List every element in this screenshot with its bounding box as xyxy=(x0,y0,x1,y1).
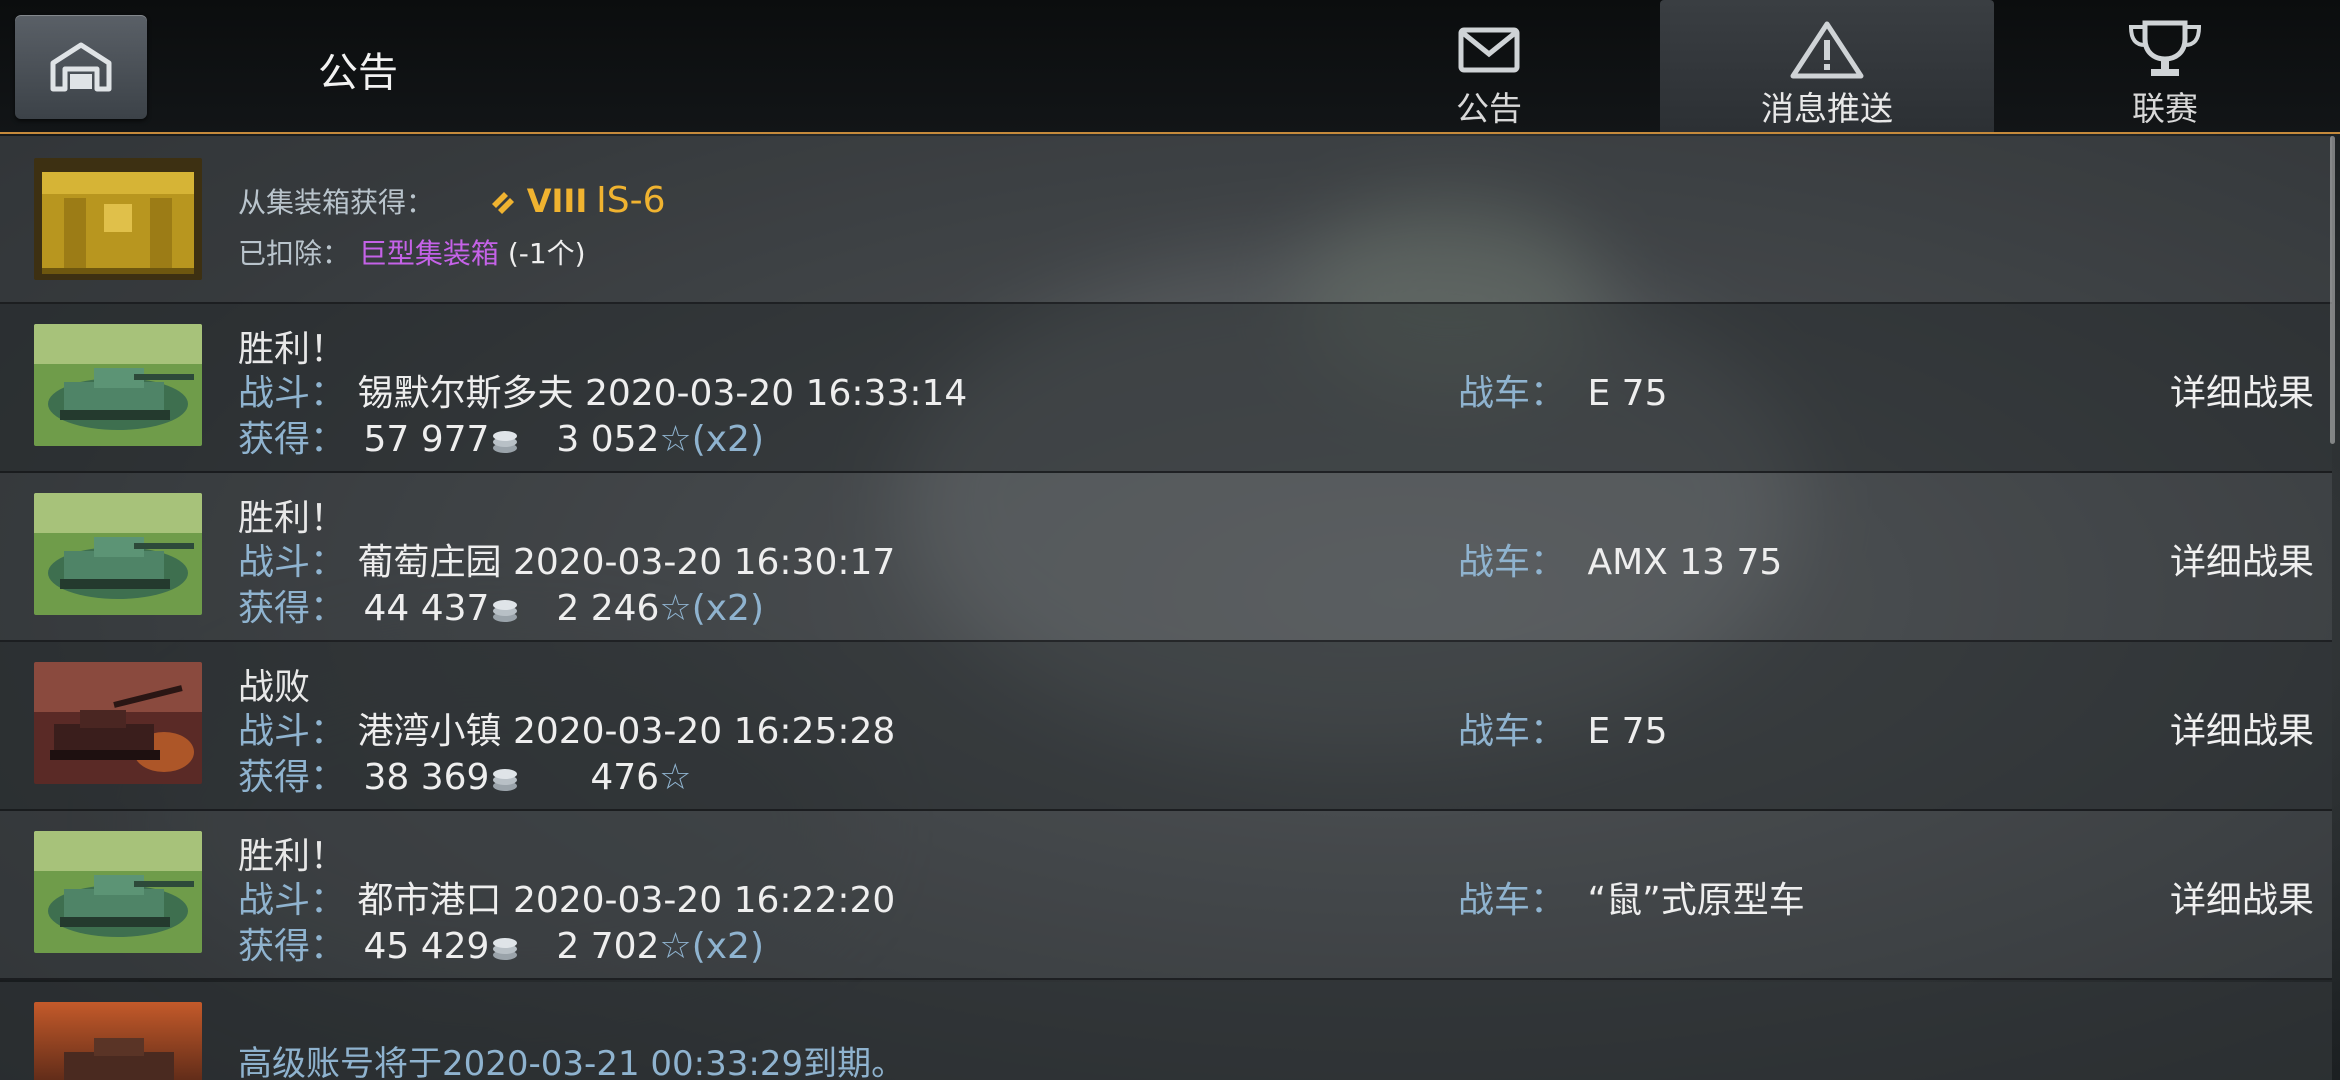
credits-coin-icon xyxy=(493,600,518,622)
xp-value: 2 246 xyxy=(556,588,660,629)
envelope-icon xyxy=(1457,20,1521,80)
reward-obtained-line: 从集装箱获得： VIII IS-6 xyxy=(238,180,666,221)
page-title: 公告 xyxy=(318,50,398,96)
battle-label: 战斗： xyxy=(238,542,347,583)
tab-push-messages[interactable]: 消息推送 xyxy=(1660,0,1994,132)
heavy-tank-class-icon xyxy=(491,192,514,214)
credits-value: 38 369 xyxy=(363,757,490,798)
battle-time: 2020-03-20 16:30:17 xyxy=(512,542,896,583)
message-list[interactable]: 从集装箱获得： VIII IS-6 已扣除： 巨型集装箱 (-1个) 胜利！ 战… xyxy=(0,136,2332,1080)
xp-multiplier: (x2) xyxy=(691,419,764,460)
premium-thumbnail xyxy=(34,1002,202,1080)
battle-details-button[interactable]: 详细战果 xyxy=(2170,702,2314,754)
vehicle-label: 战车： xyxy=(1458,711,1567,752)
vehicle-label: 战车： xyxy=(1458,880,1567,921)
earned-label: 获得： xyxy=(238,757,347,798)
obtained-label: 从集装箱获得： xyxy=(238,186,435,219)
battle-map: 锡默尔斯多夫 xyxy=(357,373,574,414)
list-item-premium[interactable]: 高级账号将于2020-03-21 00:33:29到期。 xyxy=(0,982,2332,1080)
battle-info-line: 战斗： 锡默尔斯多夫 2020-03-20 16:33:14 xyxy=(238,364,967,416)
vehicle-name: E 75 xyxy=(1587,711,1668,752)
battle-thumbnail-victory xyxy=(34,493,202,615)
xp-multiplier: (x2) xyxy=(691,588,764,629)
tank-tier: VIII xyxy=(526,182,588,220)
tab-label: 联赛 xyxy=(2132,89,2198,128)
battle-label: 战斗： xyxy=(238,711,347,752)
vehicle-name: “鼠”式原型车 xyxy=(1587,880,1805,921)
tab-label: 消息推送 xyxy=(1761,89,1893,128)
list-item-battle-result[interactable]: 胜利！ 战斗： 锡默尔斯多夫 2020-03-20 16:33:14 获得： 5… xyxy=(0,304,2332,473)
earned-label: 获得： xyxy=(238,588,347,629)
earned-line: 获得： 57 977 3 052☆(x2) xyxy=(238,410,764,462)
xp-multiplier: (x2) xyxy=(691,926,764,967)
battle-info-line: 战斗： 都市港口 2020-03-20 16:22:20 xyxy=(238,871,895,923)
battle-info-line: 战斗： 葡萄庄园 2020-03-20 16:30:17 xyxy=(238,533,895,585)
battle-time: 2020-03-20 16:25:28 xyxy=(512,711,896,752)
tank-name: IS-6 xyxy=(596,180,666,221)
earned-label: 获得： xyxy=(238,419,347,460)
battle-map: 都市港口 xyxy=(357,880,502,921)
tab-announcements[interactable]: 公告 xyxy=(1322,0,1656,132)
earned-label: 获得： xyxy=(238,926,347,967)
deducted-label: 已扣除： xyxy=(238,237,351,270)
list-item-battle-result[interactable]: 胜利！ 战斗： 都市港口 2020-03-20 16:22:20 获得： 45 … xyxy=(0,811,2332,980)
list-item-battle-result[interactable]: 胜利！ 战斗： 葡萄庄园 2020-03-20 16:30:17 获得： 44 … xyxy=(0,473,2332,642)
battle-details-button[interactable]: 详细战果 xyxy=(2170,871,2314,923)
list-item-container-reward[interactable]: 从集装箱获得： VIII IS-6 已扣除： 巨型集装箱 (-1个) xyxy=(0,136,2332,304)
premium-expiry-text: 高级账号将于2020-03-21 00:33:29到期。 xyxy=(238,1044,906,1080)
battle-time: 2020-03-20 16:22:20 xyxy=(512,880,896,921)
tab-league[interactable]: 联赛 xyxy=(1998,0,2332,132)
credits-value: 45 429 xyxy=(363,926,490,967)
credits-coin-icon xyxy=(493,769,518,791)
xp-value: 3 052 xyxy=(556,419,660,460)
tab-label: 公告 xyxy=(1456,89,1522,128)
list-item-battle-result[interactable]: 战败 战斗： 港湾小镇 2020-03-20 16:25:28 获得： 38 3… xyxy=(0,642,2332,811)
vehicle-info: 战车： “鼠”式原型车 xyxy=(1458,871,1805,923)
battle-label: 战斗： xyxy=(238,880,347,921)
xp-value: 476 xyxy=(590,757,660,798)
xp-star-icon: ☆ xyxy=(659,419,692,460)
vehicle-info: 战车： E 75 xyxy=(1458,364,1667,416)
warning-triangle-icon xyxy=(1789,20,1865,80)
xp-star-icon: ☆ xyxy=(659,757,692,798)
container-thumbnail xyxy=(34,158,202,280)
vehicle-name: AMX 13 75 xyxy=(1587,542,1783,583)
battle-time: 2020-03-20 16:33:14 xyxy=(584,373,968,414)
battle-label: 战斗： xyxy=(238,373,347,414)
vehicle-info: 战车： AMX 13 75 xyxy=(1458,533,1782,585)
trophy-icon xyxy=(2125,20,2205,80)
credits-value: 57 977 xyxy=(363,419,490,460)
earned-line: 获得： 38 369 476☆ xyxy=(238,748,691,800)
xp-star-icon: ☆ xyxy=(659,588,692,629)
credits-value: 44 437 xyxy=(363,588,490,629)
battle-details-button[interactable]: 详细战果 xyxy=(2170,533,2314,585)
credits-coin-icon xyxy=(493,938,518,960)
xp-value: 2 702 xyxy=(556,926,660,967)
earned-line: 获得： 44 437 2 246☆(x2) xyxy=(238,579,764,631)
battle-map: 港湾小镇 xyxy=(357,711,502,752)
vehicle-label: 战车： xyxy=(1458,542,1567,583)
battle-details-button[interactable]: 详细战果 xyxy=(2170,364,2314,416)
scrollbar[interactable] xyxy=(2330,136,2335,444)
credits-coin-icon xyxy=(493,431,518,453)
earned-line: 获得： 45 429 2 702☆(x2) xyxy=(238,917,764,969)
deducted-item: 巨型集装箱 xyxy=(358,237,499,270)
reward-deducted-line: 已扣除： 巨型集装箱 (-1个) xyxy=(238,232,586,272)
vehicle-info: 战车： E 75 xyxy=(1458,702,1667,754)
top-bar: 公告 公告 消息推送 联赛 xyxy=(0,0,2340,134)
battle-map: 葡萄庄园 xyxy=(357,542,502,583)
xp-star-icon: ☆ xyxy=(659,926,692,967)
battle-thumbnail-defeat xyxy=(34,662,202,784)
garage-icon xyxy=(50,42,112,92)
garage-home-button[interactable] xyxy=(15,15,147,119)
vehicle-label: 战车： xyxy=(1458,373,1567,414)
vehicle-name: E 75 xyxy=(1587,373,1668,414)
battle-thumbnail-victory xyxy=(34,324,202,446)
battle-info-line: 战斗： 港湾小镇 2020-03-20 16:25:28 xyxy=(238,702,895,754)
battle-thumbnail-victory xyxy=(34,831,202,953)
deducted-count: (-1个) xyxy=(507,237,586,270)
